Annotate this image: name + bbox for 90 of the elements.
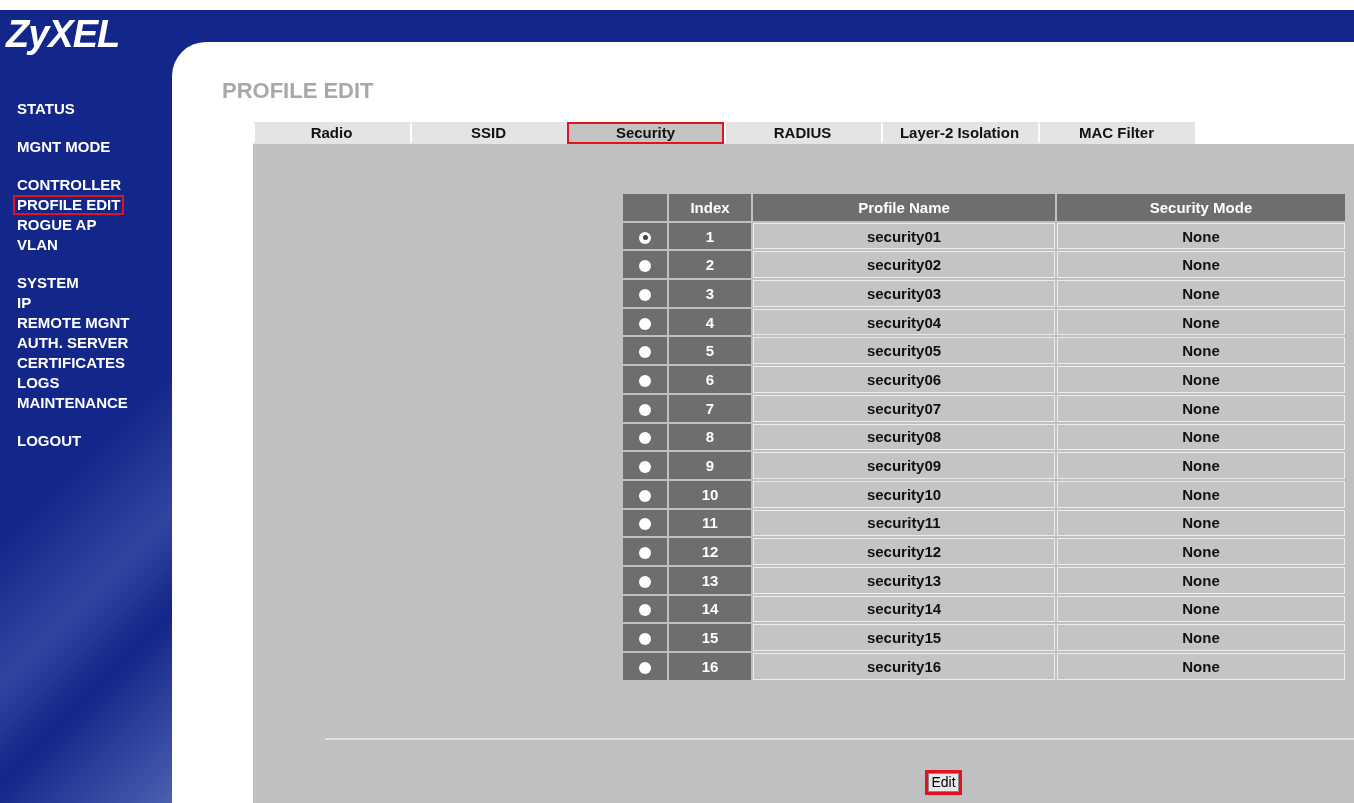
index-cell: 5 xyxy=(669,337,751,365)
table-cell: security06 xyxy=(753,366,1055,393)
table-cell: security13 xyxy=(753,566,1055,594)
table-cell: security12 xyxy=(753,538,1055,565)
sidebar-link[interactable]: VLAN xyxy=(13,235,62,255)
index-cell: 1 xyxy=(669,222,751,250)
table-cell: security05 xyxy=(753,337,1055,365)
table-cell: None xyxy=(1057,251,1345,279)
radio-button[interactable] xyxy=(639,633,651,646)
table-cell: security01 xyxy=(753,222,1055,250)
index-cell: 14 xyxy=(669,595,751,623)
sidebar-link[interactable]: REMOTE MGNT xyxy=(13,313,134,333)
sidebar-link[interactable]: IP xyxy=(13,293,36,313)
sidebar-link[interactable]: ROGUE AP xyxy=(13,215,101,235)
table-cell: security16 xyxy=(753,653,1055,680)
sidebar-link[interactable]: LOGS xyxy=(13,373,64,393)
sidebar-link[interactable]: CERTIFICATES xyxy=(13,353,130,373)
index-cell: 10 xyxy=(669,480,751,508)
tab[interactable]: Radio xyxy=(253,122,410,144)
index-cell: 13 xyxy=(669,566,751,594)
radio-button[interactable] xyxy=(639,489,651,502)
table-cell: security15 xyxy=(753,624,1055,651)
radio-button[interactable] xyxy=(639,403,651,416)
sidebar-link[interactable]: CONTROLLER xyxy=(13,175,126,195)
radio-button[interactable] xyxy=(639,604,651,617)
index-cell: 9 xyxy=(669,452,751,479)
table-cell: None xyxy=(1057,366,1345,393)
table-cell: security04 xyxy=(753,308,1055,336)
column-header: Index xyxy=(669,194,751,221)
sidebar-link[interactable]: SYSTEM xyxy=(13,273,83,293)
sidebar-link[interactable]: MGNT MODE xyxy=(13,137,115,157)
index-cell: 3 xyxy=(669,280,751,307)
table-cell: None xyxy=(1057,624,1345,651)
sidebar-link[interactable]: PROFILE EDIT xyxy=(13,195,125,215)
table-cell: None xyxy=(1057,653,1345,680)
index-cell: 8 xyxy=(669,423,751,451)
table-cell: security09 xyxy=(753,452,1055,479)
table-cell: None xyxy=(1057,480,1345,508)
index-cell: 2 xyxy=(669,251,751,279)
table-cell: security14 xyxy=(753,595,1055,623)
page-title: PROFILE EDIT xyxy=(222,80,374,102)
table-cell: security11 xyxy=(753,509,1055,537)
index-cell: 7 xyxy=(669,394,751,422)
table-cell: None xyxy=(1057,222,1345,250)
table-cell: None xyxy=(1057,337,1345,365)
radio-button[interactable] xyxy=(639,346,651,359)
index-cell: 11 xyxy=(669,509,751,537)
radio-button[interactable] xyxy=(639,461,651,474)
index-cell: 15 xyxy=(669,624,751,651)
radio-button[interactable] xyxy=(639,432,651,445)
radio-button[interactable] xyxy=(639,575,651,588)
logo: ZyXEL xyxy=(4,12,120,53)
column-header: Security Mode xyxy=(1057,194,1345,221)
tab[interactable]: RADIUS xyxy=(724,122,881,144)
table-cell: None xyxy=(1057,308,1345,336)
table-cell: security02 xyxy=(753,251,1055,279)
sidebar-link[interactable]: LOGOUT xyxy=(13,431,86,451)
radio-button[interactable] xyxy=(639,375,651,387)
index-cell: 16 xyxy=(669,653,751,680)
table-cell: None xyxy=(1057,280,1345,307)
sidebar-link[interactable]: AUTH. SERVER xyxy=(13,333,133,353)
tab[interactable]: MAC Filter xyxy=(1038,122,1195,144)
sidebar-link[interactable]: MAINTENANCE xyxy=(13,393,132,413)
radio-button[interactable] xyxy=(639,260,651,273)
edit-button[interactable]: Edit xyxy=(928,772,959,792)
table-cell: None xyxy=(1057,452,1345,479)
sidebar-link[interactable]: STATUS xyxy=(13,99,79,119)
radio-button[interactable] xyxy=(639,661,651,674)
table-cell: None xyxy=(1057,595,1345,623)
tab[interactable]: Layer-2 Isolation xyxy=(881,122,1038,144)
index-cell: 12 xyxy=(669,538,751,565)
table-cell: security08 xyxy=(753,423,1055,451)
table-cell: None xyxy=(1057,509,1345,537)
column-header: Profile Name xyxy=(753,194,1055,221)
radio-button[interactable] xyxy=(639,231,651,244)
table-cell: security10 xyxy=(753,480,1055,508)
radio-button[interactable] xyxy=(639,547,651,560)
tab[interactable]: Security xyxy=(567,122,724,144)
tab[interactable]: SSID xyxy=(410,122,567,144)
table-cell: None xyxy=(1057,423,1345,451)
radio-button[interactable] xyxy=(639,518,651,531)
table-cell: security03 xyxy=(753,280,1055,307)
table-cell: None xyxy=(1057,394,1345,422)
table-cell: None xyxy=(1057,538,1345,565)
radio-button[interactable] xyxy=(639,288,651,301)
index-cell: 6 xyxy=(669,366,751,393)
table-cell: None xyxy=(1057,566,1345,594)
radio-button[interactable] xyxy=(639,317,651,330)
table-cell: security07 xyxy=(753,394,1055,422)
index-cell: 4 xyxy=(669,308,751,336)
